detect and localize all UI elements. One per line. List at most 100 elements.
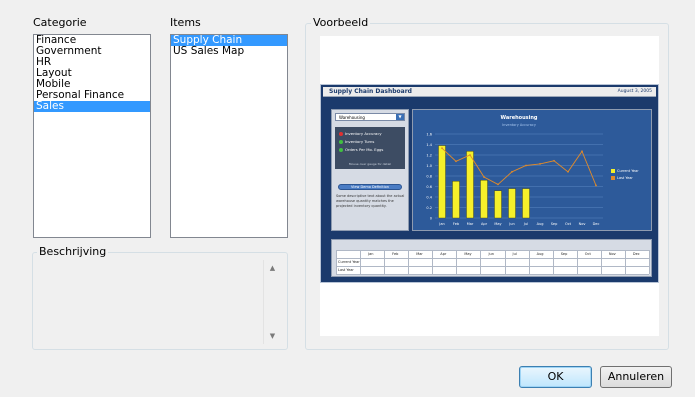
- table-col-line: [480, 250, 482, 274]
- cancel-button[interactable]: Annuleren: [600, 366, 672, 388]
- table-header-cell: Sep: [560, 252, 568, 256]
- table-header-cell: Feb: [392, 252, 399, 256]
- ok-button[interactable]: OK: [519, 366, 592, 388]
- dashboard-chart: Warehousing Inventory Accuracy 0 0.2 0.4 0.6 0…: [412, 109, 652, 231]
- chart-title: Warehousing: [501, 115, 538, 121]
- table-col-line: [432, 250, 434, 274]
- table-col-line: [360, 250, 362, 274]
- preview-canvas: Supply Chain Dashboard August 3, 2005 Wa…: [320, 36, 659, 336]
- line-point: [567, 170, 569, 173]
- dashboard-title: Supply Chain Dashboard: [329, 88, 412, 95]
- line-point: [497, 183, 499, 186]
- status-dot-icon: [339, 140, 343, 144]
- table-row-line: [336, 274, 649, 275]
- table-row-line: [336, 250, 649, 251]
- y-tick-label: 0: [430, 217, 432, 221]
- line-point: [469, 154, 471, 156]
- table-header-cell: Nov: [608, 252, 616, 256]
- table-header-cell: Jan: [368, 252, 374, 256]
- y-tick-label: 1.4: [426, 143, 432, 147]
- gauge-row: Orders Per Mo. Eggs: [339, 147, 383, 152]
- bar: [494, 190, 502, 219]
- y-tick-label: 0.6: [426, 185, 432, 189]
- items-listbox[interactable]: Supply Chain US Sales Map: [170, 34, 288, 238]
- table-header-cell: May: [464, 252, 472, 256]
- x-tick-label: Mar: [467, 222, 474, 226]
- x-tick-label: Dec: [593, 222, 600, 226]
- table-header-cell: Aug: [536, 252, 544, 256]
- category-item[interactable]: Sales: [34, 101, 150, 112]
- table-header-cell: Apr: [440, 252, 447, 256]
- table-col-line: [504, 250, 506, 274]
- line-series: [441, 147, 597, 186]
- table-row-label: Last Year: [338, 268, 354, 272]
- table-row-label: Current Year: [338, 260, 360, 264]
- y-tick-label: 0.4: [426, 196, 432, 200]
- x-tick-label: May: [494, 222, 501, 226]
- gauge-label: Orders Per Mo. Eggs: [345, 147, 384, 152]
- status-dot-icon: [339, 132, 343, 136]
- table-col-line: [649, 250, 650, 274]
- table-col-line: [456, 250, 458, 274]
- dashboard-dropdown: Warehousing ▼: [335, 113, 405, 121]
- line-point: [441, 147, 443, 150]
- line-point: [483, 176, 485, 178]
- gauge-row: Inventory Accuracy: [339, 131, 382, 136]
- gauge-label: Inventory Turns: [345, 139, 375, 144]
- dashboard-gauges: Mouse over gauge for detail Inventory Ac…: [335, 127, 405, 169]
- table-col-line: [408, 250, 410, 274]
- chart-subtitle: Inventory Accuracy: [502, 123, 536, 127]
- bar: [438, 145, 446, 219]
- x-tick-label: Sep: [551, 222, 558, 226]
- y-tick-label: 1.0: [426, 164, 432, 168]
- preview-dashboard-image: Supply Chain Dashboard August 3, 2005 Wa…: [320, 84, 659, 283]
- line-point: [595, 184, 597, 187]
- legend-swatch: [611, 169, 615, 173]
- preview-label: Voorbeeld: [311, 16, 371, 29]
- line-point: [525, 164, 527, 167]
- x-tick-label: Jan: [438, 222, 444, 226]
- x-tick-label: Feb: [453, 222, 460, 226]
- description-text: [34, 260, 262, 346]
- table-col-line: [384, 250, 386, 274]
- x-tick-label: Apr: [481, 222, 488, 226]
- line-point: [455, 160, 457, 163]
- dashboard-date: August 3, 2005: [617, 89, 652, 94]
- table-col-line: [576, 250, 578, 274]
- y-tick-label: 1.2: [426, 154, 432, 158]
- gauge-footer: Mouse over gauge for detail: [348, 162, 392, 166]
- scroll-up-icon[interactable]: ▲: [264, 262, 281, 274]
- table-col-line: [336, 250, 337, 274]
- warehousing-chart: Warehousing Inventory Accuracy 0 0.2 0.4 0.6 0…: [426, 115, 639, 226]
- gauge-label: Inventory Accuracy: [345, 131, 382, 136]
- dashboard-header: Supply Chain Dashboard August 3, 2005: [323, 87, 656, 97]
- dashboard-note: Some descriptive text about the actual w…: [336, 194, 405, 208]
- y-tick-label: 1.6: [426, 133, 432, 137]
- bar: [522, 188, 530, 219]
- bar: [466, 151, 474, 219]
- table-header-cell: Jul: [512, 252, 517, 256]
- line-point: [511, 170, 513, 173]
- x-tick-label: Jul: [523, 222, 528, 226]
- legend-label: Last Year: [617, 176, 633, 180]
- template-item[interactable]: US Sales Map: [171, 46, 287, 57]
- legend-swatch: [611, 176, 615, 180]
- bar: [508, 188, 516, 219]
- categories-listbox[interactable]: Finance Government HR Layout Mobile Personal …: [33, 34, 151, 238]
- scroll-down-icon[interactable]: ▼: [264, 330, 281, 342]
- line-point: [553, 159, 555, 162]
- table-row-line: [336, 258, 649, 259]
- x-tick-label: Jun: [508, 222, 514, 226]
- dashboard-dropdown-value: Warehousing: [339, 115, 365, 120]
- status-dot-icon: [339, 148, 343, 152]
- table-row-line: [336, 266, 649, 267]
- description-label: Beschrijving: [37, 245, 109, 258]
- dashboard-table: Jan Feb Mar Apr May Jun Jul Aug Sep Oct Nov Dec Curr…: [331, 239, 652, 277]
- description-scrollbar[interactable]: ▲ ▼: [263, 260, 281, 344]
- x-tick-label: Aug: [537, 222, 544, 226]
- dashboard-left-panel: Warehousing ▼ Mouse over gauge for detai…: [331, 109, 409, 231]
- table-header-cell: Jun: [488, 252, 494, 256]
- bar: [452, 181, 460, 219]
- y-tick-label: 0.8: [426, 175, 432, 179]
- category-item[interactable]: Government: [34, 46, 150, 57]
